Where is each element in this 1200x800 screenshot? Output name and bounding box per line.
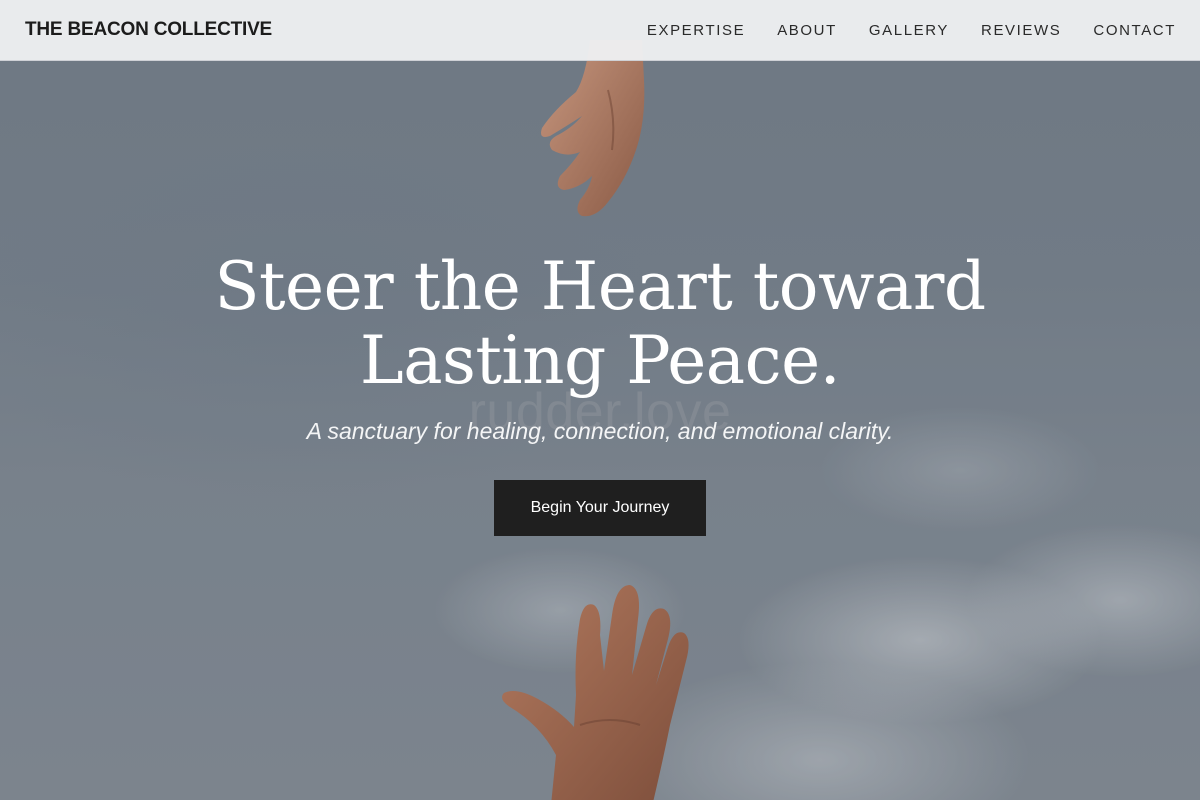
begin-journey-button[interactable]: Begin Your Journey bbox=[494, 480, 706, 536]
hero-section: Steer the Heart toward Lasting Peace. A … bbox=[0, 250, 1200, 536]
nav-link-about[interactable]: ABOUT bbox=[777, 22, 837, 39]
hero-subtitle: A sanctuary for healing, connection, and… bbox=[306, 418, 894, 444]
reaching-hand-top-image bbox=[541, 40, 645, 217]
main-nav: EXPERTISE ABOUT GALLERY REVIEWS CONTACT bbox=[615, 22, 1176, 39]
brand-logo-link[interactable]: THE BEACON COLLECTIVE bbox=[25, 19, 272, 41]
nav-link-reviews[interactable]: REVIEWS bbox=[981, 22, 1061, 39]
nav-link-contact[interactable]: CONTACT bbox=[1093, 22, 1176, 39]
hero-title: Steer the Heart toward Lasting Peace. bbox=[214, 248, 986, 399]
page: THE BEACON COLLECTIVE EXPERTISE ABOUT GA… bbox=[0, 0, 1200, 800]
nav-link-gallery[interactable]: GALLERY bbox=[869, 22, 949, 39]
site-header: THE BEACON COLLECTIVE EXPERTISE ABOUT GA… bbox=[0, 0, 1200, 61]
nav-link-expertise[interactable]: EXPERTISE bbox=[647, 22, 745, 39]
reaching-hand-bottom-image bbox=[502, 585, 689, 800]
